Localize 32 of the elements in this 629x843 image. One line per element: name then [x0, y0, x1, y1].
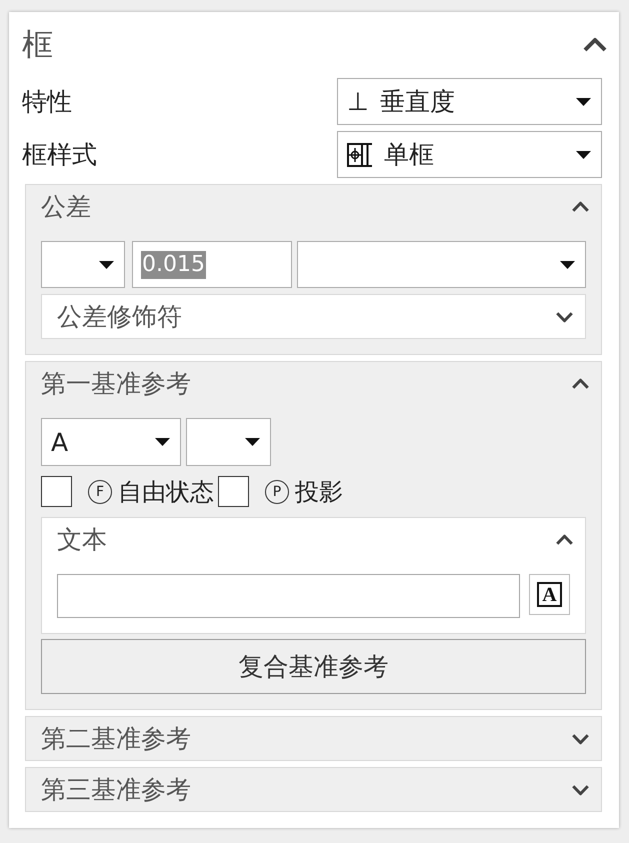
tolerance-value: 0.015 [141, 250, 206, 278]
composite-datum-button[interactable]: 复合基准参考 [41, 639, 586, 694]
section-header[interactable]: 文本 [42, 518, 585, 561]
panel-header[interactable]: 框 [22, 12, 608, 78]
dropdown[interactable] [41, 241, 125, 288]
symbol-button[interactable]: A [529, 574, 570, 615]
dropdown[interactable]: A [41, 418, 181, 466]
caret-down-icon [576, 150, 591, 158]
caret-down-icon [99, 260, 114, 268]
section-header[interactable]: 第二基准参考 [25, 716, 602, 761]
field-label: 特性 [22, 86, 73, 118]
checkbox[interactable] [218, 476, 249, 507]
caret-down-icon [560, 260, 575, 268]
boxed-crosshair-icon [347, 142, 372, 166]
section-header[interactable]: 第三基准参考 [25, 767, 602, 812]
caret-down-icon [245, 438, 260, 446]
field-label: 框样式 [22, 139, 98, 171]
dropdown[interactable] [297, 241, 586, 288]
dropdown[interactable]: ⊥ 垂直度 [337, 78, 602, 125]
caret-down-icon [155, 438, 170, 446]
checkbox-label: 自由状态 [118, 476, 214, 508]
caret-down-icon [576, 98, 591, 106]
section-header[interactable]: 第一基准参考 [26, 362, 601, 405]
text-field[interactable] [57, 574, 520, 618]
circled-letter: F [88, 480, 112, 504]
dropdown[interactable] [186, 418, 271, 466]
section-header[interactable]: 公差修饰符 [41, 294, 586, 339]
dropdown[interactable]: 单框 [337, 131, 602, 178]
section-header[interactable]: 公差 [26, 185, 601, 228]
checkbox-label: 投影 [295, 476, 343, 508]
circled-letter: P [265, 480, 289, 504]
checkbox[interactable] [41, 476, 72, 507]
